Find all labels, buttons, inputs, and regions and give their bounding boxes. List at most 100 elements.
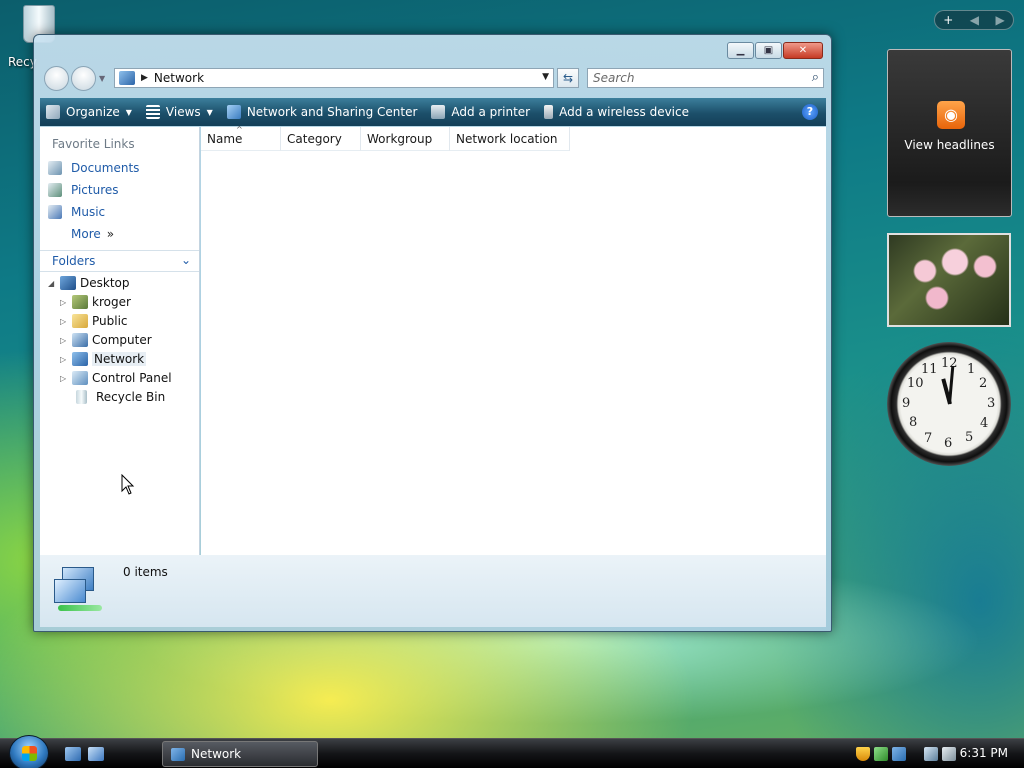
network-sharing-center-button[interactable]: Network and Sharing Center [226, 105, 417, 119]
details-pane: 0 items [40, 555, 826, 627]
favorite-link-music[interactable]: Music [48, 205, 105, 219]
printer-icon [431, 105, 446, 119]
breadcrumb-separator-icon[interactable]: ▶ [141, 73, 148, 83]
maximize-button[interactable]: ▣ [755, 42, 782, 59]
clock-number: 7 [924, 431, 933, 446]
security-shield-icon[interactable] [856, 747, 870, 761]
expand-triangle-icon[interactable]: ▷ [60, 374, 70, 383]
minimize-button[interactable]: ▁ [727, 42, 754, 59]
expand-triangle-icon[interactable]: ▷ [60, 298, 70, 307]
search-input[interactable]: Search ⌕ [587, 68, 824, 88]
collapse-triangle-icon[interactable]: ◢ [48, 279, 58, 288]
network-status-icon[interactable] [924, 747, 938, 761]
tree-item-public[interactable]: ▷ Public [60, 314, 128, 328]
views-button[interactable]: Views ▼ [145, 105, 213, 119]
taskbar-button-network[interactable]: Network [162, 741, 318, 767]
mouse-cursor-icon [121, 474, 135, 495]
refresh-icon: ⇆ [562, 71, 574, 85]
clock-gadget[interactable]: 12 1 2 3 4 5 6 7 8 9 10 11 [887, 342, 1011, 466]
clock-number: 8 [909, 415, 918, 430]
folder-icon [72, 314, 88, 328]
wireless-device-icon [544, 105, 554, 119]
clock-number: 10 [907, 376, 924, 391]
network-large-icon [52, 565, 104, 613]
clock-number: 5 [965, 430, 974, 445]
help-icon[interactable]: ? [802, 104, 818, 120]
address-row: ▼ ▶ Network ▼ ⇆ Search ⌕ [42, 66, 824, 92]
minimize-icon: ▁ [736, 45, 745, 56]
tree-item-recycle-bin[interactable]: Recycle Bin [60, 390, 165, 404]
favorite-link-pictures[interactable]: Pictures [48, 183, 119, 197]
views-icon [145, 105, 160, 119]
organize-label: Organize [66, 105, 120, 119]
switch-windows-icon[interactable] [88, 747, 104, 761]
forward-button[interactable] [71, 66, 96, 91]
tray-app-icon[interactable] [874, 747, 888, 761]
tree-item-desktop[interactable]: ◢ Desktop [48, 276, 130, 290]
search-placeholder: Search [593, 71, 635, 85]
address-dropdown-icon[interactable]: ▼ [542, 72, 549, 82]
favorite-link-more[interactable]: More » [48, 227, 114, 241]
back-button[interactable] [44, 66, 69, 91]
maximize-icon: ▣ [763, 45, 774, 56]
tray-monitor-icon[interactable] [892, 747, 906, 761]
volume-muted-icon[interactable] [942, 747, 956, 761]
favorite-links-title: Favorite Links [52, 137, 135, 151]
documents-icon [48, 161, 62, 175]
next-icon[interactable]: ▶ [996, 13, 1005, 27]
item-count: 0 items [123, 565, 168, 579]
tree-item-label: kroger [92, 295, 131, 309]
refresh-button[interactable]: ⇆ [557, 68, 579, 88]
file-list-pane[interactable]: ^ Name Category Workgroup Network locati… [201, 125, 826, 555]
column-header-category[interactable]: Category [281, 127, 361, 151]
rss-icon: ◉ [937, 101, 965, 129]
network-icon [171, 747, 185, 761]
close-button[interactable]: ✕ [783, 42, 823, 59]
network-sharing-icon [226, 105, 241, 119]
clock-number: 11 [921, 362, 938, 377]
expand-triangle-icon[interactable]: ▷ [60, 336, 70, 345]
recent-pages-dropdown-icon[interactable]: ▼ [99, 74, 105, 83]
system-clock[interactable]: 6:31 PM [960, 746, 1008, 760]
user-folder-icon [72, 295, 88, 309]
show-desktop-icon[interactable] [65, 747, 81, 761]
tree-item-network[interactable]: ▷ Network [60, 352, 147, 366]
control-panel-icon [72, 371, 88, 385]
clock-number: 12 [941, 356, 958, 371]
more-spacer [48, 227, 62, 241]
clock-number: 9 [902, 396, 911, 411]
tree-item-computer[interactable]: ▷ Computer [60, 333, 152, 347]
music-icon [48, 205, 62, 219]
slideshow-gadget[interactable] [887, 233, 1011, 327]
feed-headlines-gadget[interactable]: ◉ View headlines [887, 49, 1012, 217]
column-header-network-location[interactable]: Network location [450, 127, 570, 151]
clock-number: 3 [987, 396, 996, 411]
command-bar: Organize ▼ Views ▼ Network and Sharing C… [40, 98, 826, 126]
tree-item-label: Public [92, 314, 128, 328]
views-label: Views [165, 105, 201, 119]
add-wireless-label: Add a wireless device [559, 105, 689, 119]
expand-triangle-icon[interactable]: ▷ [60, 355, 70, 364]
breadcrumb-network[interactable]: Network [154, 71, 204, 85]
navigation-pane: Favorite Links Documents Pictures Music … [40, 127, 200, 555]
add-gadget-icon[interactable]: + [943, 13, 953, 27]
previous-icon[interactable]: ◀ [970, 13, 979, 27]
clock-number: 1 [967, 362, 976, 377]
organize-button[interactable]: Organize ▼ [46, 105, 132, 119]
folders-header[interactable]: Folders ⌄ [40, 250, 199, 272]
favorite-link-documents[interactable]: Documents [48, 161, 139, 175]
search-icon[interactable]: ⌕ [812, 70, 819, 85]
start-button[interactable] [9, 735, 49, 768]
add-wireless-device-button[interactable]: Add a wireless device [544, 105, 689, 119]
expand-triangle-icon[interactable]: ▷ [60, 317, 70, 326]
add-printer-button[interactable]: Add a printer [431, 105, 530, 119]
column-header-name[interactable]: ^ Name [201, 125, 281, 151]
column-header-workgroup[interactable]: Workgroup [361, 127, 450, 151]
add-printer-label: Add a printer [451, 105, 531, 119]
address-bar[interactable]: ▶ Network ▼ [114, 68, 554, 88]
view-headlines-label[interactable]: View headlines [888, 138, 1011, 152]
tree-item-control-panel[interactable]: ▷ Control Panel [60, 371, 172, 385]
close-icon: ✕ [798, 45, 808, 56]
desktop-icon [60, 276, 76, 290]
tree-item-kroger[interactable]: ▷ kroger [60, 295, 131, 309]
